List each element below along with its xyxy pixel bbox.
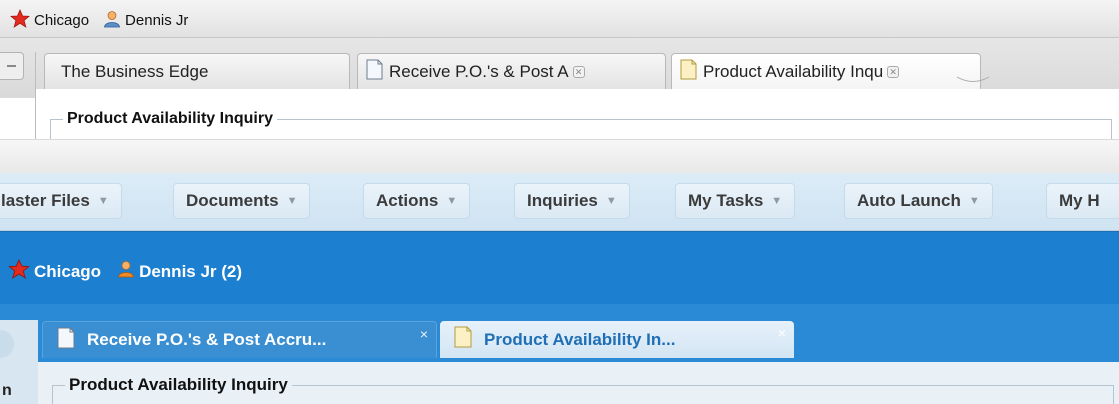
new-branch-link[interactable]: Chicago	[34, 262, 101, 282]
old-location-bar: Chicago Dennis Jr	[0, 0, 1119, 38]
close-icon[interactable]: ×	[778, 325, 786, 341]
old-tab-product-availability[interactable]: Product Availability Inqu ✕	[671, 53, 981, 89]
old-branch-link[interactable]: Chicago	[34, 12, 89, 29]
menu-auto-launch[interactable]: Auto Launch ▼	[844, 183, 993, 219]
new-panel-title: Product Availability Inquiry	[65, 375, 292, 395]
old-tab-label: Product Availability Inqu	[703, 61, 884, 81]
user-icon	[103, 10, 121, 32]
menu-documents[interactable]: Documents ▼	[173, 183, 311, 219]
menu-label: Actions	[376, 191, 439, 210]
menu-label: Auto Launch	[857, 191, 961, 210]
old-tab-label: Receive P.O.'s & Post A	[389, 61, 569, 81]
new-side-panel: n	[0, 320, 38, 404]
screenshot-root: Chicago Dennis Jr The Business Edge Rece…	[0, 0, 1119, 404]
new-tab-label: Product Availability In...	[484, 329, 676, 349]
menu-my-tasks[interactable]: My Tasks ▼	[675, 183, 796, 219]
new-tab-bar: Receive P.O.'s & Post Accru... × Product…	[0, 304, 1119, 362]
document-icon	[366, 59, 383, 85]
old-tab-label: The Business Edge	[61, 61, 209, 81]
grip-icon	[956, 76, 990, 82]
menu-label: My H	[1059, 191, 1100, 210]
menu-actions[interactable]: Actions ▼	[363, 183, 471, 219]
old-location: Chicago Dennis Jr	[9, 8, 202, 32]
chevron-down-icon: ▼	[605, 195, 617, 207]
menu-my-h[interactable]: My H	[1046, 183, 1119, 219]
new-user-link[interactable]: Dennis Jr (2)	[139, 262, 242, 282]
menu-label: Inquiries	[527, 191, 598, 210]
menu-inquiries[interactable]: Inquiries ▼	[514, 183, 630, 219]
chevron-down-icon: ▼	[771, 195, 783, 207]
new-panel: Product Availability Inquiry	[52, 375, 1114, 404]
close-icon[interactable]: ×	[420, 326, 428, 342]
document-icon	[57, 327, 75, 354]
new-location-bar: Chicago Dennis Jr (2)	[0, 231, 1119, 304]
collapse-icon[interactable]	[0, 52, 24, 80]
old-tab-receive-po[interactable]: Receive P.O.'s & Post A ✕	[357, 53, 666, 89]
user-icon	[117, 260, 135, 283]
new-tab-label: Receive P.O.'s & Post Accru...	[87, 330, 327, 349]
new-tab-receive-po[interactable]: Receive P.O.'s & Post Accru... ×	[42, 321, 437, 358]
menu-label: My Tasks	[688, 191, 764, 210]
menu-label: Documents	[186, 191, 279, 210]
new-location: Chicago Dennis Jr (2)	[8, 259, 258, 284]
old-user-link[interactable]: Dennis Jr	[125, 12, 188, 29]
star-icon	[9, 8, 31, 32]
chevron-down-icon: ▼	[286, 195, 298, 207]
menu-master-files[interactable]: laster Files ▼	[0, 183, 122, 219]
document-icon	[454, 326, 472, 353]
old-tab-business-edge[interactable]: The Business Edge	[44, 53, 350, 89]
star-icon	[8, 259, 30, 284]
chevron-down-icon: ▼	[968, 195, 980, 207]
new-content-area: Product Availability Inquiry	[38, 362, 1119, 404]
old-panel-title: Product Availability Inquiry	[63, 110, 277, 128]
collapse-icon[interactable]	[0, 330, 14, 358]
main-menu-bar: laster Files ▼ Documents ▼ Actions ▼ Inq…	[0, 173, 1119, 231]
close-icon[interactable]: ✕	[887, 65, 900, 78]
new-title-strip	[0, 139, 1119, 173]
new-tab-product-availability[interactable]: Product Availability In... ×	[440, 321, 794, 358]
chevron-down-icon: ▼	[97, 195, 109, 207]
document-icon	[680, 59, 697, 85]
side-panel-letter: n	[2, 382, 12, 399]
close-icon[interactable]: ✕	[572, 65, 585, 78]
menu-label: laster Files	[1, 191, 90, 210]
chevron-down-icon: ▼	[446, 195, 458, 207]
